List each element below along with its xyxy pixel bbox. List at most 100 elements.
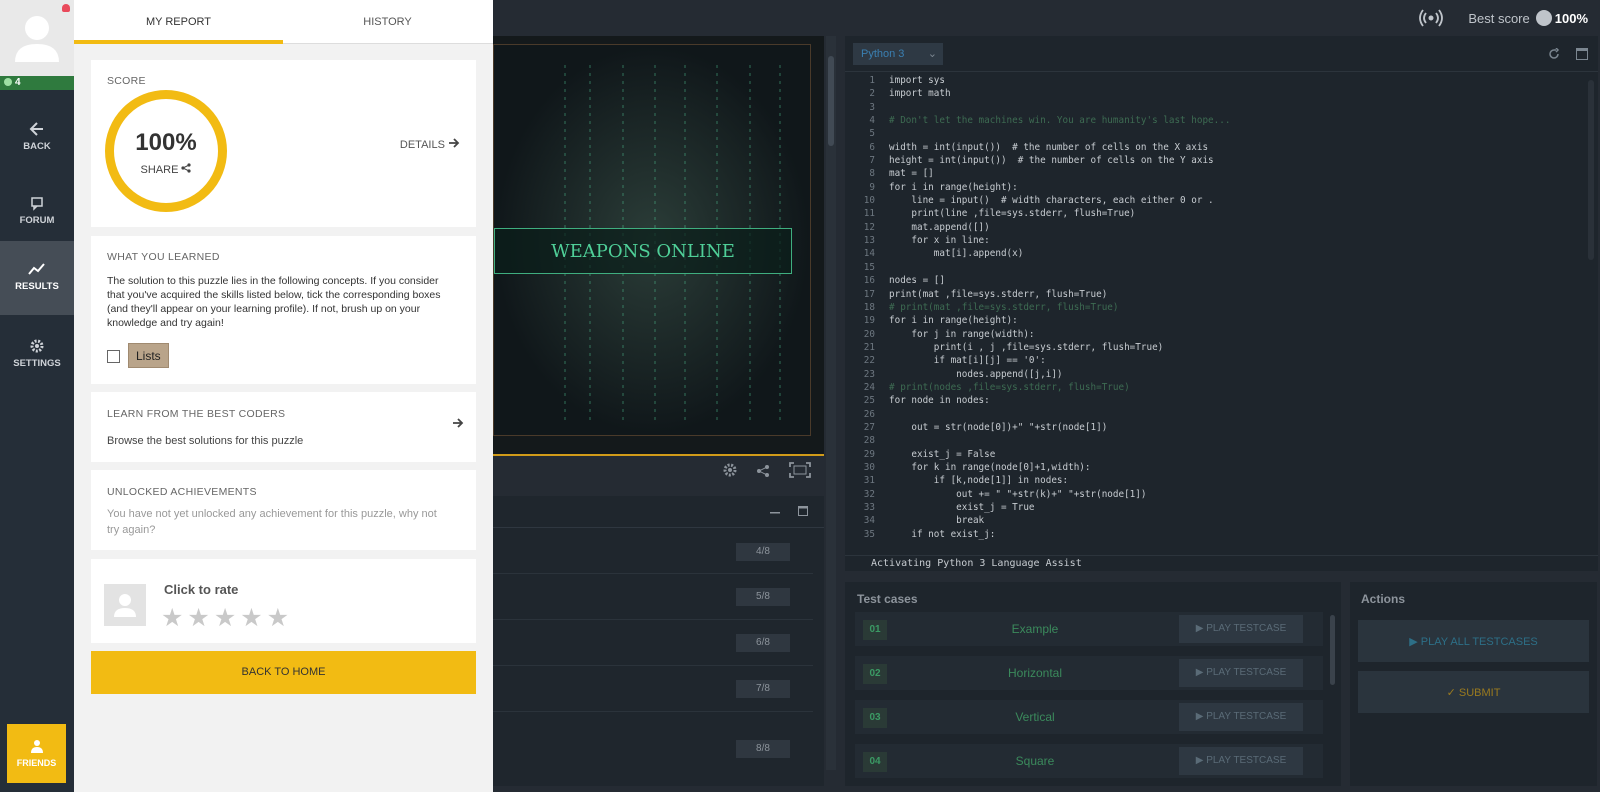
score-value: 100%: [135, 129, 197, 156]
minimize-icon[interactable]: [770, 510, 780, 514]
fullscreen-icon[interactable]: [789, 462, 811, 483]
line-number: 6: [869, 141, 875, 153]
arrow-right-icon: [449, 138, 460, 148]
gear-icon: [30, 339, 44, 353]
code-line: 30 for k in range(node[0]+1,width):: [845, 461, 1585, 474]
report-tabs: MY REPORT HISTORY: [74, 0, 493, 44]
viewer-toolbar: [722, 462, 825, 483]
code-text: import sys: [889, 75, 945, 86]
code-text: for j in range(width):: [889, 328, 1035, 340]
play-testcase-button[interactable]: ▶ PLAY TESTCASE: [1179, 747, 1303, 775]
code-text: for x in line:: [889, 235, 990, 247]
line-number: 30: [863, 461, 875, 473]
test-case-row: 02 Horizontal ▶ PLAY TESTCASE: [855, 656, 1323, 690]
tab-my-report[interactable]: MY REPORT: [74, 0, 283, 44]
line-number: 3: [869, 101, 875, 113]
code-line: 9 for i in range(height):: [845, 181, 1585, 194]
code-line: 5: [845, 127, 1585, 140]
line-number: 20: [863, 328, 875, 340]
nav-back[interactable]: BACK: [0, 101, 74, 175]
nav-results[interactable]: RESULTS: [0, 241, 74, 315]
test-case-row: 04 Square ▶ PLAY TESTCASE: [855, 744, 1323, 778]
code-text: # Don't let the machines win. You are hu…: [889, 115, 1231, 127]
line-number: 4: [869, 115, 875, 127]
line-number: 33: [863, 502, 875, 513]
editor-scrollbar[interactable]: [1588, 80, 1594, 260]
best-coders-card[interactable]: LEARN FROM THE BEST CODERS Browse the be…: [91, 392, 476, 462]
code-line: 7 height = int(input()) # the number of c…: [845, 154, 1585, 167]
code-text: print(line ,file=sys.stderr, flush=True): [889, 208, 1136, 220]
achievements-text: You have not yet unlocked any achievemen…: [107, 508, 437, 536]
broadcast-icon[interactable]: [1418, 9, 1444, 27]
maximize-icon[interactable]: [798, 506, 808, 516]
code-line: 20 for j in range(width):: [845, 328, 1585, 341]
rate-card: Click to rate ★★★★★: [91, 559, 476, 643]
code-line: 3: [845, 101, 1585, 114]
line-number: 7: [869, 155, 875, 167]
friends-button[interactable]: FRIENDS: [7, 724, 66, 783]
arrow-right-icon[interactable]: [452, 418, 464, 428]
nav-forum[interactable]: FORUM: [0, 175, 74, 249]
language-select[interactable]: Python 3 ⌄: [853, 43, 943, 65]
results-row: 7/8: [493, 666, 813, 712]
test-case-number: 03: [863, 708, 887, 728]
viewer-scrollbar[interactable]: [826, 36, 836, 770]
viewer-frame: WEAPONS ONLINE: [493, 44, 811, 436]
share-button[interactable]: SHARE: [114, 163, 218, 176]
line-number: 34: [863, 515, 875, 527]
test-cases-scrollbar[interactable]: [1330, 615, 1335, 685]
best-coders-text: Browse the best solutions for this puzzl…: [107, 435, 304, 447]
results-chart-icon: [28, 263, 45, 275]
code-line: 19 for i in range(height):: [845, 314, 1585, 327]
achievements-card: UNLOCKED ACHIEVEMENTS You have not yet u…: [91, 470, 476, 550]
skill-checkbox[interactable]: [107, 350, 120, 363]
line-number: 10: [863, 195, 875, 207]
back-to-home-button[interactable]: BACK TO HOME: [91, 651, 476, 694]
submit-button[interactable]: ✓ SUBMIT: [1358, 671, 1589, 713]
best-score-value: 100%: [1554, 11, 1588, 26]
share-icon[interactable]: [756, 464, 770, 483]
code-line: 28: [845, 434, 1585, 447]
code-text: break: [889, 515, 985, 527]
skill-tag[interactable]: Lists: [128, 343, 169, 368]
nav-settings[interactable]: SETTINGS: [0, 318, 74, 392]
notification-bell-icon[interactable]: [62, 4, 70, 12]
test-cases-title: Test cases: [857, 592, 918, 606]
reset-icon[interactable]: [1548, 48, 1560, 60]
code-text: mat = []: [889, 168, 934, 180]
level-value: 4: [15, 77, 21, 88]
code-line: 10 line = input() # width characters, ea…: [845, 194, 1585, 207]
code-line: 8 mat = []: [845, 167, 1585, 180]
play-all-testcases-button[interactable]: ▶ PLAY ALL TESTCASES: [1358, 620, 1589, 662]
code-line: 12 mat.append([]): [845, 221, 1585, 234]
maximize-icon[interactable]: [1576, 48, 1588, 60]
line-number: 19: [863, 315, 875, 327]
achievements-title: UNLOCKED ACHIEVEMENTS: [107, 486, 257, 498]
line-number: 21: [863, 341, 875, 353]
code-line: 34 break: [845, 514, 1585, 527]
code-text: exist_j = False: [889, 448, 996, 460]
play-testcase-button[interactable]: ▶ PLAY TESTCASE: [1179, 703, 1303, 731]
code-line: 16 nodes = []: [845, 274, 1585, 287]
code-text: if not exist_j:: [889, 528, 996, 540]
user-avatar[interactable]: [0, 0, 74, 76]
settings-icon[interactable]: [722, 462, 738, 483]
rating-stars[interactable]: ★★★★★: [161, 603, 293, 633]
tab-history[interactable]: HISTORY: [283, 0, 492, 44]
scrollbar-thumb[interactable]: [828, 56, 834, 146]
code-text: print(i , j ,file=sys.stderr, flush=True…: [889, 341, 1164, 353]
user-silhouette-icon: [114, 594, 136, 617]
results-row: 8/8: [493, 712, 813, 786]
details-link[interactable]: DETAILS: [400, 138, 460, 151]
line-number: 12: [863, 221, 875, 233]
code-line: 24 # print(nodes ,file=sys.stderr, flush=…: [845, 381, 1585, 394]
line-number: 31: [863, 475, 875, 487]
code-text: out = str(node[0])+" "+str(node[1]): [889, 421, 1108, 433]
code-area[interactable]: 1 import sys 2 import math 3 4 # Don't let the…: [845, 74, 1585, 554]
weapons-online-banner: WEAPONS ONLINE: [494, 228, 792, 274]
play-testcase-button[interactable]: ▶ PLAY TESTCASE: [1179, 659, 1303, 687]
line-number: 24: [863, 381, 875, 393]
line-number: 35: [863, 528, 875, 540]
results-row: 6/8: [493, 620, 813, 666]
play-testcase-button[interactable]: ▶ PLAY TESTCASE: [1179, 615, 1303, 643]
